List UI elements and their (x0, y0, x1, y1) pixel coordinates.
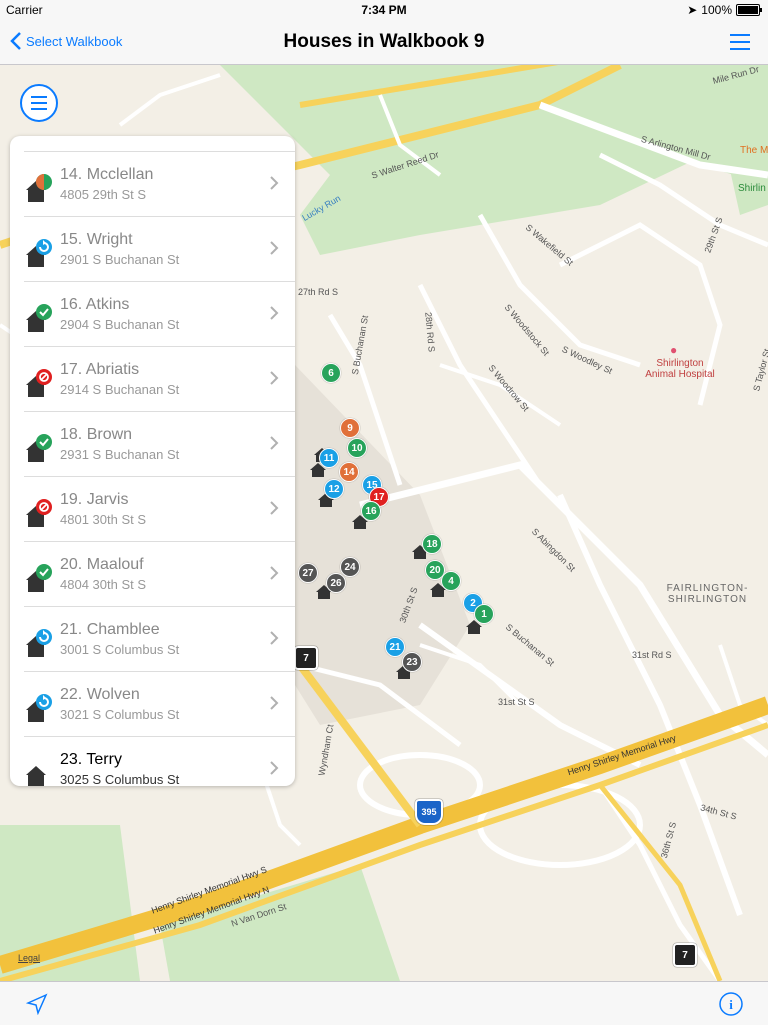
list-top-divider (24, 136, 295, 152)
house-name: 23. Terry (60, 751, 122, 768)
status-time: 7:34 PM (361, 3, 407, 17)
route-7-shield-icon: 7 (294, 646, 318, 670)
house-revisit-icon (26, 629, 52, 657)
map-pin[interactable]: 11 (319, 448, 339, 468)
chevron-right-icon (270, 761, 279, 775)
house-revisit-icon (26, 239, 52, 267)
list-item[interactable]: 17. Abriatis 2914 S Buchanan St (24, 347, 295, 412)
chevron-right-icon (270, 566, 279, 580)
hamburger-menu-icon[interactable] (730, 34, 750, 50)
list-item[interactable]: 16. Atkins 2904 S Buchanan St (24, 282, 295, 347)
svg-text:i: i (729, 997, 733, 1012)
battery-icon (736, 4, 762, 16)
map-pin[interactable]: 9 (340, 418, 360, 438)
map-label-31st-rd: 31st Rd S (632, 650, 672, 660)
house-address: 2931 S Buchanan St (60, 447, 180, 462)
chevron-right-icon (270, 306, 279, 320)
page-title: Houses in Walkbook 9 (283, 31, 485, 52)
house-address: 3021 S Columbus St (60, 707, 180, 722)
chevron-right-icon (270, 696, 279, 710)
map-label-27th-rd: 27th Rd S (298, 287, 339, 297)
map-pin[interactable]: 27 (298, 563, 318, 583)
bottom-toolbar: i (0, 981, 768, 1025)
list-item[interactable]: 19. Jarvis 4801 30th St S (24, 477, 295, 542)
list-item[interactable]: 23. Terry 3025 S Columbus St (24, 737, 295, 786)
location-arrow-icon: ➤ (687, 3, 698, 17)
house-name: 20. Maalouf (60, 556, 144, 573)
list-item[interactable]: 22. Wolven 3021 S Columbus St (24, 672, 295, 737)
paw-icon: ● (670, 343, 678, 357)
list-toggle-button[interactable] (20, 84, 58, 122)
house-name: 22. Wolven (60, 686, 140, 703)
house-name: 19. Jarvis (60, 491, 129, 508)
house-name: 14. Mcclellan (60, 166, 154, 183)
map-pin[interactable]: 1 (474, 604, 494, 624)
house-name: 15. Wright (60, 231, 133, 248)
house-name: 16. Atkins (60, 296, 130, 313)
list-item[interactable]: 20. Maalouf 4804 30th St S (24, 542, 295, 607)
map-pin[interactable]: 12 (324, 479, 344, 499)
house-check-icon (26, 564, 52, 592)
route-7-shield-icon: 7 (673, 943, 697, 967)
interstate-395-shield-icon: 395 (415, 799, 443, 825)
house-address: 4804 30th St S (60, 577, 147, 592)
house-address: 3001 S Columbus St (60, 642, 180, 657)
map-label-fairlington: FAIRLINGTON-SHIRLINGTON (666, 583, 749, 605)
house-list-panel[interactable]: 14. Mcclellan 4805 29th St S 15. Wright 290… (10, 136, 295, 786)
map-pin[interactable]: 24 (340, 557, 360, 577)
house-name: 17. Abriatis (60, 361, 140, 378)
navigation-bar: Select Walkbook Houses in Walkbook 9 (0, 20, 768, 65)
map-pin[interactable]: 23 (402, 652, 422, 672)
chevron-right-icon (270, 436, 279, 450)
list-item[interactable]: 14. Mcclellan 4805 29th St S (24, 152, 295, 217)
chevron-right-icon (270, 241, 279, 255)
chevron-right-icon (270, 176, 279, 190)
house-refused-icon (26, 499, 52, 527)
house-address: 2914 S Buchanan St (60, 382, 180, 397)
status-bar: Carrier 7:34 PM ➤ 100% (0, 0, 768, 20)
chevron-right-icon (270, 631, 279, 645)
map-pin[interactable]: 10 (347, 438, 367, 458)
list-item[interactable]: 18. Brown 2931 S Buchanan St (24, 412, 295, 477)
house-check-icon (26, 434, 52, 462)
battery-percent: 100% (701, 3, 732, 17)
info-icon[interactable]: i (718, 991, 744, 1017)
map-pin[interactable]: 14 (339, 462, 359, 482)
map-label-the-m: The M (740, 145, 768, 156)
chevron-right-icon (270, 371, 279, 385)
map-pin[interactable]: 6 (321, 363, 341, 383)
house-address: 2901 S Buchanan St (60, 252, 180, 267)
legal-link[interactable]: Legal (18, 953, 40, 963)
house-address: 3025 S Columbus St (60, 772, 180, 786)
map-pin[interactable]: 18 (422, 534, 442, 554)
house-split-icon (26, 174, 52, 202)
map-pin[interactable]: 26 (326, 573, 346, 593)
list-item[interactable]: 21. Chamblee 3001 S Columbus St (24, 607, 295, 672)
house-address: 2904 S Buchanan St (60, 317, 180, 332)
list-item[interactable]: 15. Wright 2901 S Buchanan St (24, 217, 295, 282)
house-address: 4801 30th St S (60, 512, 147, 527)
battery-indicator: ➤ 100% (687, 3, 762, 17)
house-icon (26, 766, 46, 786)
map-pin[interactable]: 21 (385, 637, 405, 657)
house-address: 4805 29th St S (60, 187, 147, 202)
map-pin[interactable]: 16 (361, 501, 381, 521)
house-check-icon (26, 304, 52, 332)
map-label-animal-hospital: Shirlington Animal Hospital (645, 358, 715, 380)
chevron-right-icon (270, 501, 279, 515)
map-label-31st-st: 31st St S (498, 697, 535, 707)
house-name: 21. Chamblee (60, 621, 160, 638)
house-refused-icon (26, 369, 52, 397)
house-revisit-icon (26, 694, 52, 722)
map-pin[interactable]: 4 (441, 571, 461, 591)
location-arrow-icon[interactable] (26, 993, 48, 1015)
map-label-shirlington: Shirlin (738, 183, 766, 194)
house-name: 18. Brown (60, 426, 133, 443)
